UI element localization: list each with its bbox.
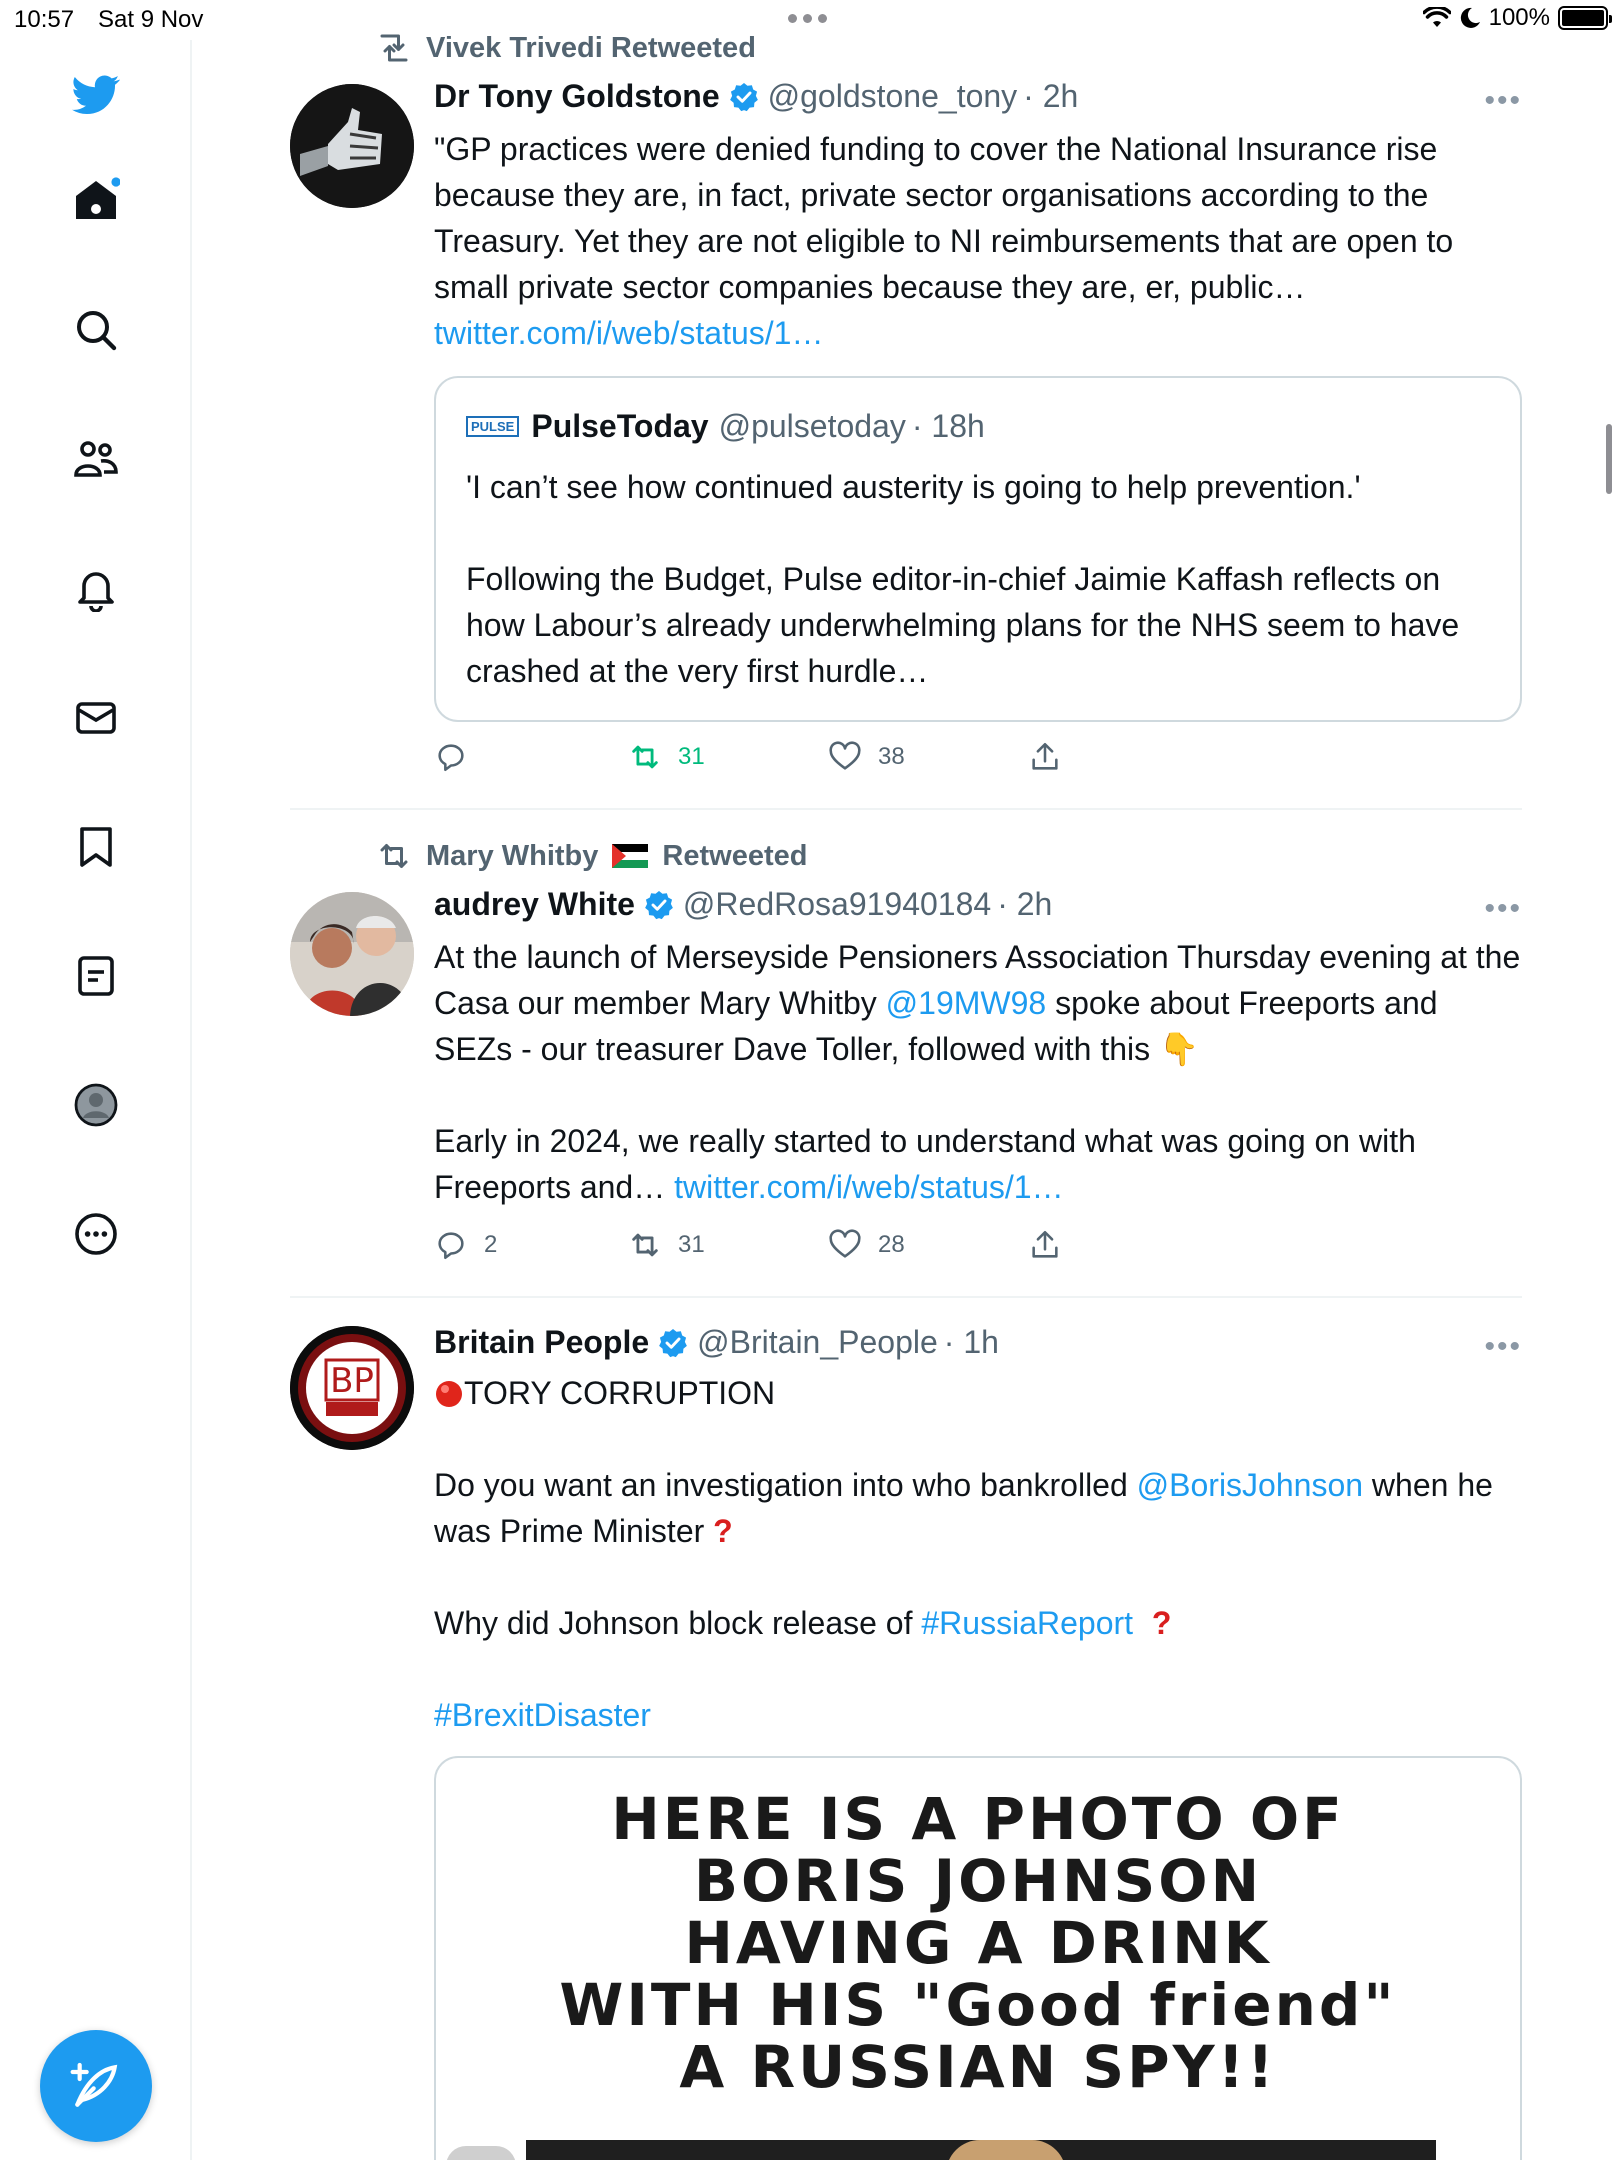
retweeted-suffix: Retweeted xyxy=(662,839,808,872)
share-button[interactable] xyxy=(1028,1228,1062,1262)
media-photo-strip xyxy=(526,2140,1436,2160)
like-button[interactable]: 38 xyxy=(828,740,905,774)
compose-tweet-button[interactable] xyxy=(40,2030,152,2142)
quoted-author-handle: @pulsetoday xyxy=(718,408,906,444)
tweet-time[interactable]: · 1h xyxy=(944,1324,999,1361)
status-bar: 10:57 Sat 9 Nov 100% xyxy=(0,0,1620,40)
reply-icon xyxy=(438,744,464,772)
avatar[interactable] xyxy=(290,892,414,1016)
quoted-text: 'I can’t see how continued austerity is … xyxy=(466,469,1460,689)
verified-badge-icon xyxy=(729,82,758,111)
notifications-bell-icon[interactable] xyxy=(70,562,122,614)
bookmarks-icon[interactable] xyxy=(70,821,122,873)
search-icon[interactable] xyxy=(70,304,122,356)
author-name[interactable]: audrey White xyxy=(434,886,635,923)
tweet-text: At the launch of Merseyside Pensioners A… xyxy=(434,939,1521,1205)
multitasking-dots[interactable] xyxy=(788,14,827,23)
author-name[interactable]: Dr Tony Goldstone xyxy=(434,78,720,115)
more-options-icon[interactable] xyxy=(70,1208,122,1260)
svg-text:BP: BP xyxy=(330,1361,374,1401)
heart-icon xyxy=(829,1229,861,1258)
author-handle[interactable]: @RedRosa91940184 xyxy=(683,886,991,923)
status-time: 10:57 xyxy=(14,6,75,33)
quoted-tweet[interactable]: PULSE PulseToday @pulsetoday · 18h 'I ca… xyxy=(434,376,1522,722)
tweet-divider xyxy=(290,1296,1522,1298)
share-button[interactable] xyxy=(1028,740,1062,774)
tweet-text: TORY CORRUPTION Do you want an investiga… xyxy=(434,1375,1493,1733)
more-icon[interactable]: ••• xyxy=(1484,1330,1522,1364)
question-mark-icon: ? xyxy=(713,1513,733,1549)
status-date: Sat 9 Nov xyxy=(98,6,204,33)
retweet-button[interactable]: 31 xyxy=(628,740,705,774)
scrollbar[interactable] xyxy=(1606,424,1612,494)
retweet-icon xyxy=(380,34,408,62)
tweet-header: Dr Tony Goldstone @goldstone_tony · 2h xyxy=(434,78,1078,115)
verified-badge-icon xyxy=(645,890,673,919)
like-button[interactable]: 28 xyxy=(828,1228,905,1262)
retweet-context: Mary Whitby Retweeted xyxy=(376,838,807,874)
quoted-time: · 18h xyxy=(911,408,985,444)
mention-link[interactable]: @BorisJohnson xyxy=(1137,1467,1363,1503)
tweet-link[interactable]: twitter.com/i/web/status/1… xyxy=(434,315,823,351)
tweet-time[interactable]: · 2h xyxy=(1023,78,1078,115)
tweet-media-image[interactable]: HERE IS A PHOTO OF BORIS JOHNSON HAVING … xyxy=(434,1756,1522,2160)
author-handle[interactable]: @goldstone_tony xyxy=(768,78,1018,115)
more-icon[interactable]: ••• xyxy=(1484,892,1522,926)
feather-plus-icon xyxy=(70,2062,118,2107)
tweet-time[interactable]: · 2h xyxy=(997,886,1052,923)
retweet-icon xyxy=(632,1233,658,1257)
tweet-actions: 31 38 xyxy=(434,740,1134,780)
pulse-logo-icon: PULSE xyxy=(466,416,520,437)
retweet-icon xyxy=(632,745,658,769)
retweeted-by-text[interactable]: Vivek Trivedi Retweeted xyxy=(426,32,756,65)
more-icon[interactable]: ••• xyxy=(1484,84,1522,118)
heart-icon xyxy=(829,741,861,770)
mention-link[interactable]: @19MW98 xyxy=(886,985,1047,1021)
question-mark-icon: ? xyxy=(1151,1605,1172,1641)
profile-avatar-icon[interactable] xyxy=(70,1079,122,1131)
pointing-down-emoji: 👇 xyxy=(1159,1031,1199,1067)
tweet-header: audrey White @RedRosa91940184 · 2h xyxy=(434,886,1052,923)
tweet-text: "GP practices were denied funding to cov… xyxy=(434,131,1454,351)
retweet-icon xyxy=(380,844,408,868)
retweet-button[interactable]: 31 xyxy=(628,1228,705,1262)
battery-percent: 100% xyxy=(1488,4,1550,31)
home-icon[interactable] xyxy=(70,174,122,226)
retweeted-by-name[interactable]: Mary Whitby xyxy=(426,840,598,873)
avatar[interactable] xyxy=(290,84,414,208)
media-caption: HERE IS A PHOTO OF BORIS JOHNSON HAVING … xyxy=(559,1785,1397,2101)
hashtag-link[interactable]: #BrexitDisaster xyxy=(434,1697,651,1733)
red-circle-icon xyxy=(436,1381,462,1407)
hashtag-link[interactable]: #RussiaReport xyxy=(921,1605,1133,1641)
tweet-link[interactable]: twitter.com/i/web/status/1… xyxy=(674,1169,1063,1205)
media-artifact xyxy=(446,2146,516,2160)
twitter-bird-icon[interactable] xyxy=(70,68,122,120)
retweet-context: Vivek Trivedi Retweeted xyxy=(376,30,756,66)
reply-button[interactable]: 2 xyxy=(434,1228,497,1262)
wifi-icon xyxy=(1422,7,1451,27)
moon-icon xyxy=(1460,7,1480,28)
thumbs-up-xray-icon xyxy=(290,84,414,208)
share-icon xyxy=(1032,742,1058,770)
sidebar xyxy=(0,40,192,2160)
author-name[interactable]: Britain People xyxy=(434,1324,649,1361)
palestine-flag-icon xyxy=(612,844,649,868)
lists-icon[interactable] xyxy=(70,950,122,1002)
battery-icon xyxy=(1558,6,1612,30)
messages-envelope-icon[interactable] xyxy=(70,692,122,744)
tweet-header: Britain People @Britain_People · 1h xyxy=(434,1324,999,1361)
bp-logo-icon: BP xyxy=(290,1326,414,1450)
quoted-author-name: PulseToday xyxy=(531,408,709,444)
author-handle[interactable]: @Britain_People xyxy=(697,1324,938,1361)
verified-badge-icon xyxy=(659,1328,688,1357)
couple-photo-icon xyxy=(290,892,414,1016)
tweet-divider xyxy=(290,808,1522,810)
tweet-actions: 2 31 28 xyxy=(434,1228,1134,1268)
reply-button[interactable] xyxy=(434,740,484,774)
communities-icon[interactable] xyxy=(70,433,122,485)
share-icon xyxy=(1032,1230,1058,1258)
reply-icon xyxy=(438,1232,464,1260)
avatar[interactable]: BP xyxy=(290,1326,414,1450)
